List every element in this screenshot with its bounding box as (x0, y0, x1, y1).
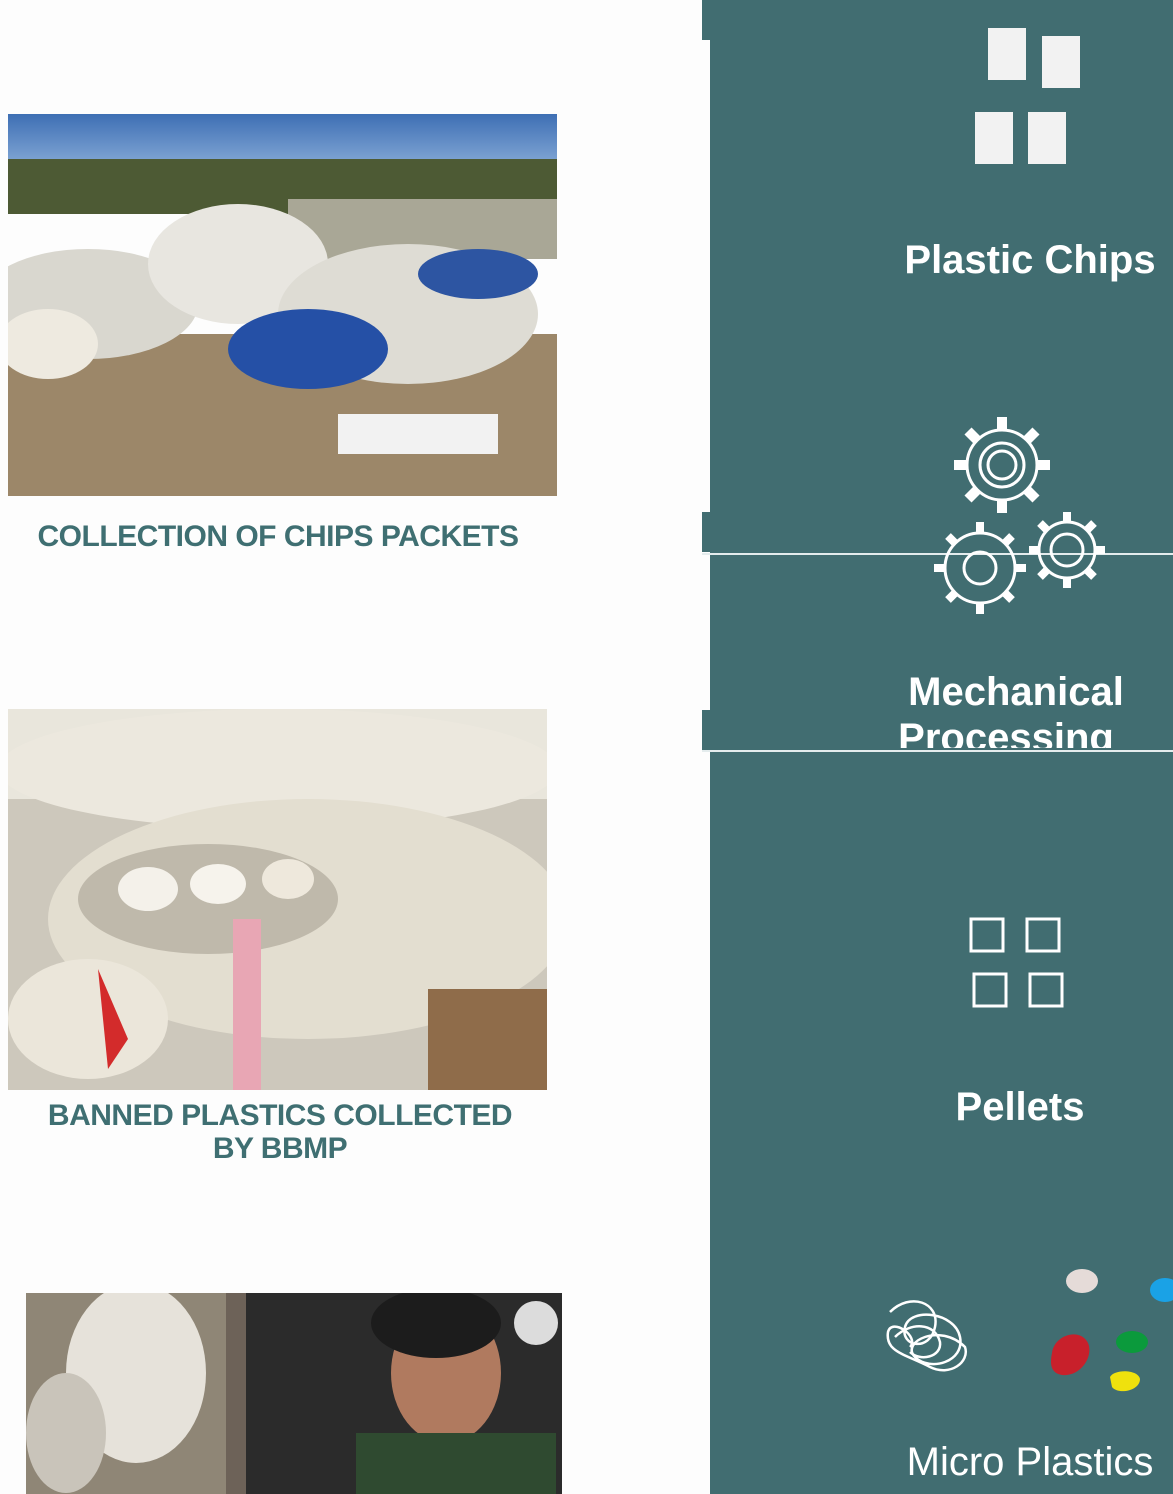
photo-person-bags (26, 1293, 562, 1494)
pellet-squares-icon (968, 916, 1068, 1011)
step-title-pellets: Pellets (955, 1085, 1085, 1129)
gears-icon (930, 410, 1105, 615)
step-title-processing: Processing (898, 716, 1114, 748)
photo-chips-packets (8, 114, 557, 496)
photo-chips-packets-image (8, 114, 557, 496)
step-title-mechanical: Mechanical (908, 670, 1124, 714)
step-title-plastic-chips: Plastic Chips (904, 238, 1156, 282)
step-title-micro-plastics: Micro Plastics (906, 1440, 1154, 1484)
photo-person-bags-image (26, 1293, 562, 1494)
chips-blocks-icon (970, 24, 1085, 169)
caption-chips-packets: COLLECTION OF CHIPS PACKETS (37, 520, 519, 553)
photo-banned-plastics (8, 709, 547, 1090)
micro-dots-icon (1040, 1265, 1173, 1400)
panel-divider-2 (702, 750, 1173, 752)
scribble-icon (880, 1292, 975, 1377)
photo-banned-plastics-image (8, 709, 547, 1090)
caption-banned-plastics: BANNED PLASTICS COLLECTED BY BBMP (47, 1099, 513, 1165)
